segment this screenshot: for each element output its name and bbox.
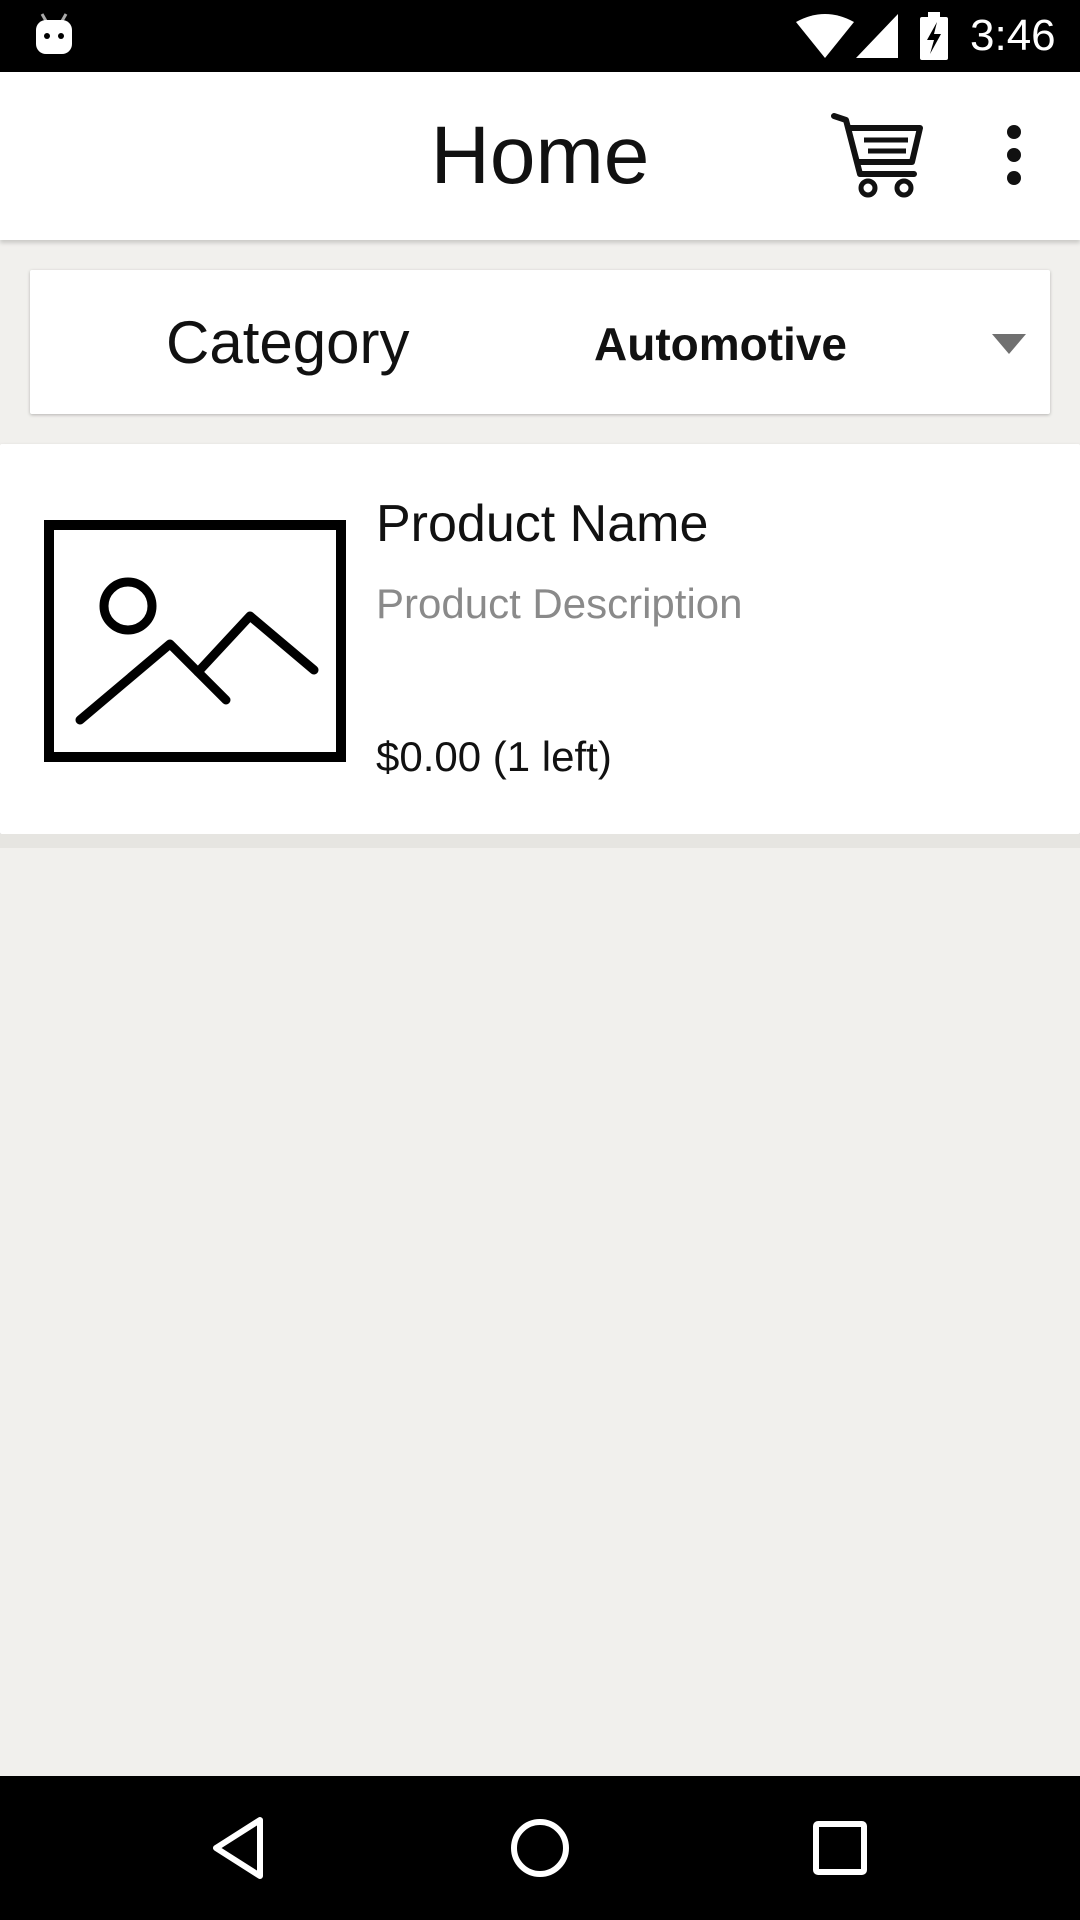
category-filter-card: Category Automotive [30,270,1050,414]
back-button[interactable] [198,1806,282,1890]
page-title: Home [430,110,650,201]
android-icon [36,13,72,54]
battery-charging-icon [920,12,948,60]
signal-icon [856,14,898,58]
category-dropdown[interactable]: Automotive [550,294,1030,390]
dropdown-arrow-icon [992,334,1026,354]
home-button[interactable] [498,1806,582,1890]
cart-icon [831,113,923,198]
product-description: Product Description [376,580,743,627]
product-name: Product Name [376,495,709,553]
back-icon [213,1817,263,1879]
wifi-icon [796,14,854,58]
more-options-button[interactable] [982,120,1046,192]
more-vert-icon [1007,125,1021,185]
status-time: 3:46 [970,11,1056,60]
product-price: $0.00 [376,733,482,780]
list-divider [0,834,1080,848]
product-price-line: $0.00 (1 left) [376,732,612,782]
status-bar: 3:46 [0,0,1080,72]
product-stock: (1 left) [492,733,612,780]
cart-button[interactable] [828,112,928,200]
recents-icon [813,1821,867,1875]
product-list-item[interactable]: Product Name Product Description $0.00 (… [0,444,1080,834]
category-label: Category [166,309,410,376]
navigation-bar [0,1776,1080,1920]
image-placeholder-icon [44,520,346,762]
recents-button[interactable] [798,1806,882,1890]
category-selected-value: Automotive [594,318,847,370]
home-icon [511,1819,569,1877]
app-bar: Home [0,72,1080,240]
